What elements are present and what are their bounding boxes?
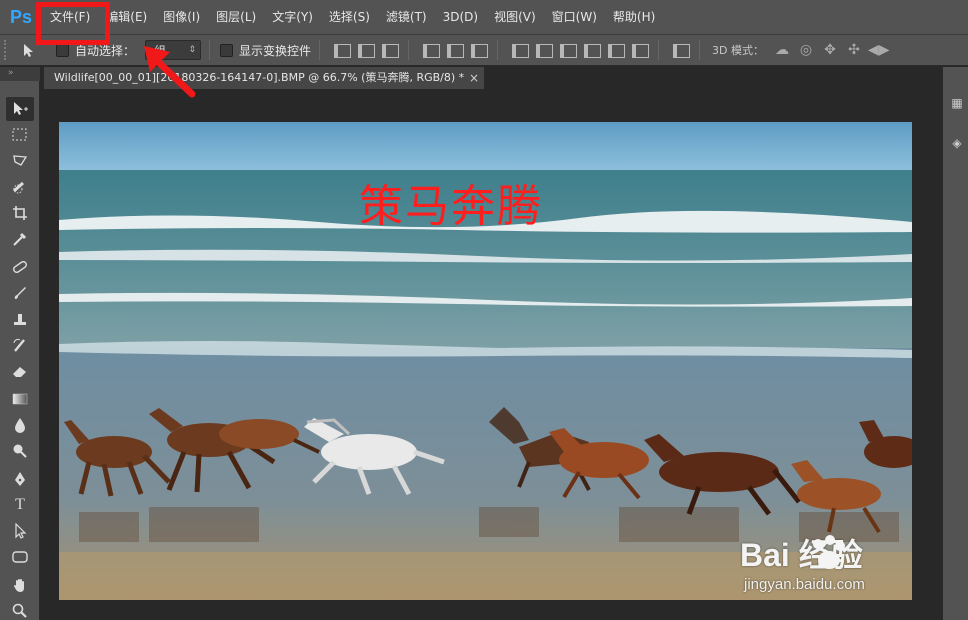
show-transform-label: 显示变换控件 [239,43,312,58]
blur-icon[interactable] [6,413,34,437]
quick-select-icon[interactable] [6,175,34,199]
auto-align-icon[interactable] [670,41,691,59]
distribute-vcenter-icon[interactable] [533,41,554,59]
brush-icon[interactable] [6,281,34,305]
lasso-icon[interactable] [6,149,34,173]
distribute-top-icon[interactable] [509,41,530,59]
close-icon[interactable]: × [466,67,482,89]
document-tab-title: Wildlife[00_00_01][20180326-164147-0].BM… [54,71,465,84]
distribute-left-icon[interactable] [581,41,602,59]
clone-stamp-icon[interactable] [6,307,34,331]
type-icon[interactable]: T [6,493,34,517]
menu-bar: Ps 文件(F) 编辑(E) 图像(I) 图层(L) 文字(Y) 选择(S) 滤… [0,0,968,34]
history-brush-icon[interactable] [6,333,34,357]
menu-view[interactable]: 视图(V) [486,0,544,34]
annotation-arrow [144,46,196,98]
panel-grid-icon[interactable]: ▦ [949,95,965,111]
gradient-icon[interactable] [6,387,34,411]
document-tab[interactable]: Wildlife[00_00_01][20180326-164147-0].BM… [44,67,484,89]
menu-window[interactable]: 窗口(W) [544,0,605,34]
marquee-icon[interactable] [6,123,34,147]
baidu-watermark: Bai 经验 jingyan.baidu.com [740,530,920,604]
menu-help[interactable]: 帮助(H) [605,0,663,34]
distribute-hcenter-icon[interactable] [605,41,626,59]
divider [319,40,321,60]
canvas-text-layer[interactable]: 策马奔腾 [359,170,543,234]
paw-icon [813,535,845,569]
dodge-icon[interactable] [6,439,34,463]
menu-image[interactable]: 图像(I) [155,0,208,34]
menu-filter[interactable]: 滤镜(T) [378,0,435,34]
menu-type[interactable]: 文字(Y) [264,0,321,34]
align-bottom-icon[interactable] [379,41,400,59]
zoom-icon[interactable] [6,599,34,620]
3d-mode-label: 3D 模式： [712,44,764,57]
tools-panel: T [0,81,40,620]
divider [497,40,499,60]
align-right-icon[interactable] [468,41,489,59]
3d-scale-icon[interactable]: ◀▶ [868,41,890,59]
show-transform-checkbox[interactable] [220,43,234,57]
eyedropper-icon[interactable] [6,227,34,251]
divider [408,40,410,60]
shape-icon[interactable] [6,545,34,569]
menu-3d[interactable]: 3D(D) [435,0,486,34]
panel-3d-icon[interactable]: ◈ [949,135,965,151]
3d-rotate-icon[interactable]: ☁ [772,41,792,59]
menu-layer[interactable]: 图层(L) [208,0,264,34]
healing-brush-icon[interactable] [6,255,34,279]
menu-select[interactable]: 选择(S) [321,0,378,34]
divider [209,40,211,60]
crop-icon[interactable] [6,201,34,225]
options-grip[interactable] [4,40,12,60]
hand-icon[interactable] [6,573,34,597]
path-selection-icon[interactable] [6,519,34,543]
watermark-url: jingyan.baidu.com [744,576,865,593]
align-hcenter-icon[interactable] [444,41,465,59]
align-top-icon[interactable] [331,41,352,59]
toolbar-collapse[interactable]: » [0,67,40,81]
3d-roll-icon[interactable]: ◎ [796,41,816,59]
right-panel-dock: ▦ ◈ [942,67,968,620]
divider [658,40,660,60]
distribute-bottom-icon[interactable] [557,41,578,59]
pen-icon[interactable] [6,467,34,491]
annotation-highlight-box [36,2,110,45]
align-vcenter-icon[interactable] [355,41,376,59]
document-canvas[interactable]: 策马奔腾 [59,122,912,600]
divider [699,40,701,60]
align-left-icon[interactable] [420,41,441,59]
3d-drag-icon[interactable]: ✥ [820,41,840,59]
3d-slide-icon[interactable]: ✣ [844,41,864,59]
photoshop-window: Ps 文件(F) 编辑(E) 图像(I) 图层(L) 文字(Y) 选择(S) 滤… [0,0,968,620]
distribute-right-icon[interactable] [629,41,650,59]
eraser-icon[interactable] [6,359,34,383]
move-tool-icon[interactable] [6,97,34,121]
auto-select-checkbox[interactable] [56,43,69,57]
